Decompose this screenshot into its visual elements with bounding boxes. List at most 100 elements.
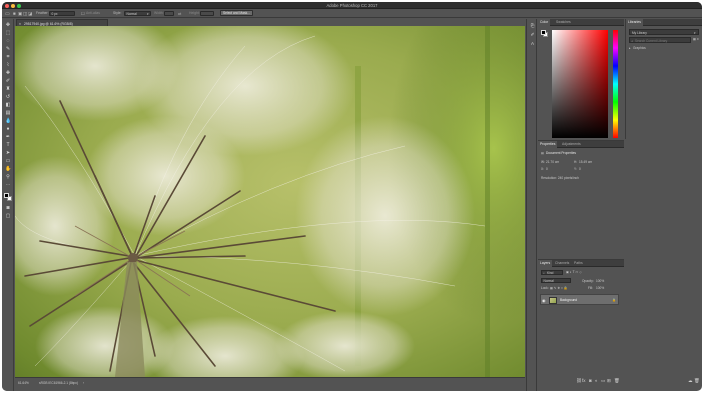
filter-icons[interactable]: ▣ ◐ T ▭ ◇	[566, 270, 582, 274]
style-select[interactable]: Normal ▾	[124, 10, 151, 16]
search-icon: ⌕	[631, 38, 634, 43]
zoom-tool-icon[interactable]: ⚲	[5, 174, 11, 180]
tab-swatches[interactable]: Swatches	[554, 19, 573, 26]
color-panel: Color Swatches	[538, 19, 624, 139]
subtract-selection-icon[interactable]: ◫	[23, 11, 27, 17]
properties-heading: Document Properties	[546, 151, 576, 155]
crop-tool-icon[interactable]: ⌗	[5, 54, 11, 60]
x-value[interactable]: 0	[546, 167, 548, 171]
zoom-level[interactable]: 61.64%	[18, 381, 29, 385]
layer-thumbnail	[549, 296, 557, 304]
add-mask-icon[interactable]: ◙	[589, 378, 592, 383]
adjustment-layer-icon[interactable]: ◐	[595, 378, 598, 383]
chevron-right-icon[interactable]: ▸	[629, 46, 631, 50]
link-layers-icon[interactable]: ⛓	[576, 378, 582, 384]
history-brush-tool-icon[interactable]: ↺	[5, 94, 11, 100]
search-icon: ⌕	[543, 271, 545, 276]
clone-stamp-tool-icon[interactable]: ♜	[5, 86, 11, 92]
close-tab-icon[interactable]: ×	[19, 22, 21, 26]
delete-layer-icon[interactable]: 🗑	[614, 378, 620, 384]
marquee-tool-icon[interactable]: ▭	[5, 11, 10, 17]
width-input[interactable]	[164, 10, 174, 16]
document-canvas[interactable]	[15, 26, 525, 377]
type-tool-icon[interactable]: T	[5, 142, 11, 148]
marquee-tool-icon[interactable]: ⬚	[5, 30, 11, 36]
gradient-tool-icon[interactable]: ▤	[5, 110, 11, 116]
antialias-checkbox[interactable]: ☐	[81, 11, 85, 16]
layer-row-background[interactable]: ◉ Background 🔒	[540, 294, 619, 305]
path-selection-tool-icon[interactable]: ➤	[5, 150, 11, 156]
height-input[interactable]	[200, 10, 214, 16]
intersect-selection-icon[interactable]: ◪	[28, 11, 32, 17]
tab-channels[interactable]: Channels	[553, 260, 571, 267]
lock-icons[interactable]: ▦ ✎ ✥ ⌗ 🔒	[550, 286, 568, 290]
trash-icon[interactable]: 🗑	[694, 378, 700, 384]
tab-paths[interactable]: Paths	[572, 260, 585, 267]
opacity-label: Opacity:	[582, 278, 594, 283]
tab-color[interactable]: Color	[538, 19, 551, 26]
rectangle-tool-icon[interactable]: ▭	[5, 158, 11, 164]
height-value[interactable]: 15.49 cm	[579, 160, 592, 164]
eraser-tool-icon[interactable]: ◧	[5, 102, 11, 108]
screen-mode-icon[interactable]: ▢	[5, 213, 11, 219]
graphics-section[interactable]: Graphics	[633, 46, 646, 50]
chevron-right-icon[interactable]: ›	[83, 381, 84, 385]
move-tool-icon[interactable]: ✥	[5, 22, 11, 28]
add-selection-icon[interactable]: ▣	[18, 11, 22, 17]
tab-adjustments[interactable]: Adjustments	[560, 141, 583, 148]
dodge-tool-icon[interactable]: ●	[5, 126, 11, 132]
list-view-icon[interactable]: ≡	[697, 37, 699, 41]
eyedropper-tool-icon[interactable]: ⌇	[5, 62, 11, 68]
blur-tool-icon[interactable]: 💧	[5, 118, 11, 124]
layer-style-icon[interactable]: fx	[582, 378, 586, 383]
blend-mode-value: Normal	[543, 279, 554, 284]
new-group-icon[interactable]: ▭	[601, 378, 605, 384]
document-tab[interactable]: × 29517940.jpg @ 61.6% (RGB/8)	[16, 19, 108, 26]
y-label: Y:	[574, 167, 577, 171]
photoshop-window: Adobe Photoshop CC 2017 ▭ ■ ▣ ◫ ◪ Feathe…	[2, 2, 702, 391]
brush-panel-icon[interactable]: ✐	[530, 32, 535, 37]
y-value[interactable]: 0	[579, 167, 581, 171]
select-and-mask-button[interactable]: Select and Mask...	[220, 10, 253, 17]
hand-tool-icon[interactable]: ✋	[5, 166, 11, 172]
style-value: Normal	[126, 11, 137, 16]
color-field[interactable]	[552, 30, 608, 138]
document-tab-label: 29517940.jpg @ 61.6% (RGB/8)	[23, 21, 73, 26]
foreground-color-swatch[interactable]	[4, 193, 9, 198]
title-bar: Adobe Photoshop CC 2017	[2, 2, 702, 9]
new-layer-icon[interactable]: ⊞	[607, 378, 611, 384]
document-info[interactable]: sRGB IEC61966-2.1 (8bpc)	[39, 381, 78, 385]
blend-mode-select[interactable]: Normal	[541, 278, 571, 283]
tab-properties[interactable]: Properties	[538, 141, 558, 148]
layer-name[interactable]: Background	[560, 298, 577, 302]
quick-select-tool-icon[interactable]: ✎	[5, 46, 11, 52]
hue-slider[interactable]	[613, 30, 618, 138]
feather-input[interactable]: 0 px	[49, 10, 75, 16]
library-select[interactable]: My Library ▾	[629, 29, 699, 35]
window-title: Adobe Photoshop CC 2017	[326, 3, 378, 8]
character-panel-icon[interactable]: A	[530, 41, 535, 46]
cloud-sync-icon[interactable]: ☁	[688, 378, 693, 384]
history-panel-icon[interactable]: ⎘	[530, 23, 535, 28]
new-selection-icon[interactable]: ■	[13, 11, 16, 16]
tab-libraries[interactable]: Libraries	[626, 19, 644, 26]
layer-kind-filter[interactable]: ⌕ Kind	[541, 270, 563, 275]
quick-mask-icon[interactable]: ◙	[5, 205, 11, 211]
fill-label: Fill:	[588, 285, 593, 290]
fill-value[interactable]: 100%	[596, 286, 604, 290]
visibility-eye-icon[interactable]: ◉	[542, 298, 546, 303]
library-search-input[interactable]: ⌕ Search Current Library	[629, 37, 691, 43]
pen-tool-icon[interactable]: ✒	[5, 134, 11, 140]
healing-brush-tool-icon[interactable]: ✚	[5, 70, 11, 76]
width-value[interactable]: 21.70 cm	[546, 160, 559, 164]
chevron-down-icon: ▾	[694, 30, 696, 35]
lasso-tool-icon[interactable]: ◌	[5, 38, 11, 44]
opacity-value[interactable]: 100%	[596, 279, 604, 283]
resolution-text: Resolution: 240 pixels/inch	[541, 176, 579, 180]
swap-icon[interactable]: ⇄	[178, 11, 181, 16]
more-tools-icon[interactable]: ⋯	[5, 182, 11, 188]
brush-tool-icon[interactable]: ✐	[5, 78, 11, 84]
tab-layers[interactable]: Layers	[538, 260, 553, 267]
grid-view-icon[interactable]: ▦	[693, 37, 696, 41]
foreground-color-chip[interactable]	[541, 30, 546, 35]
